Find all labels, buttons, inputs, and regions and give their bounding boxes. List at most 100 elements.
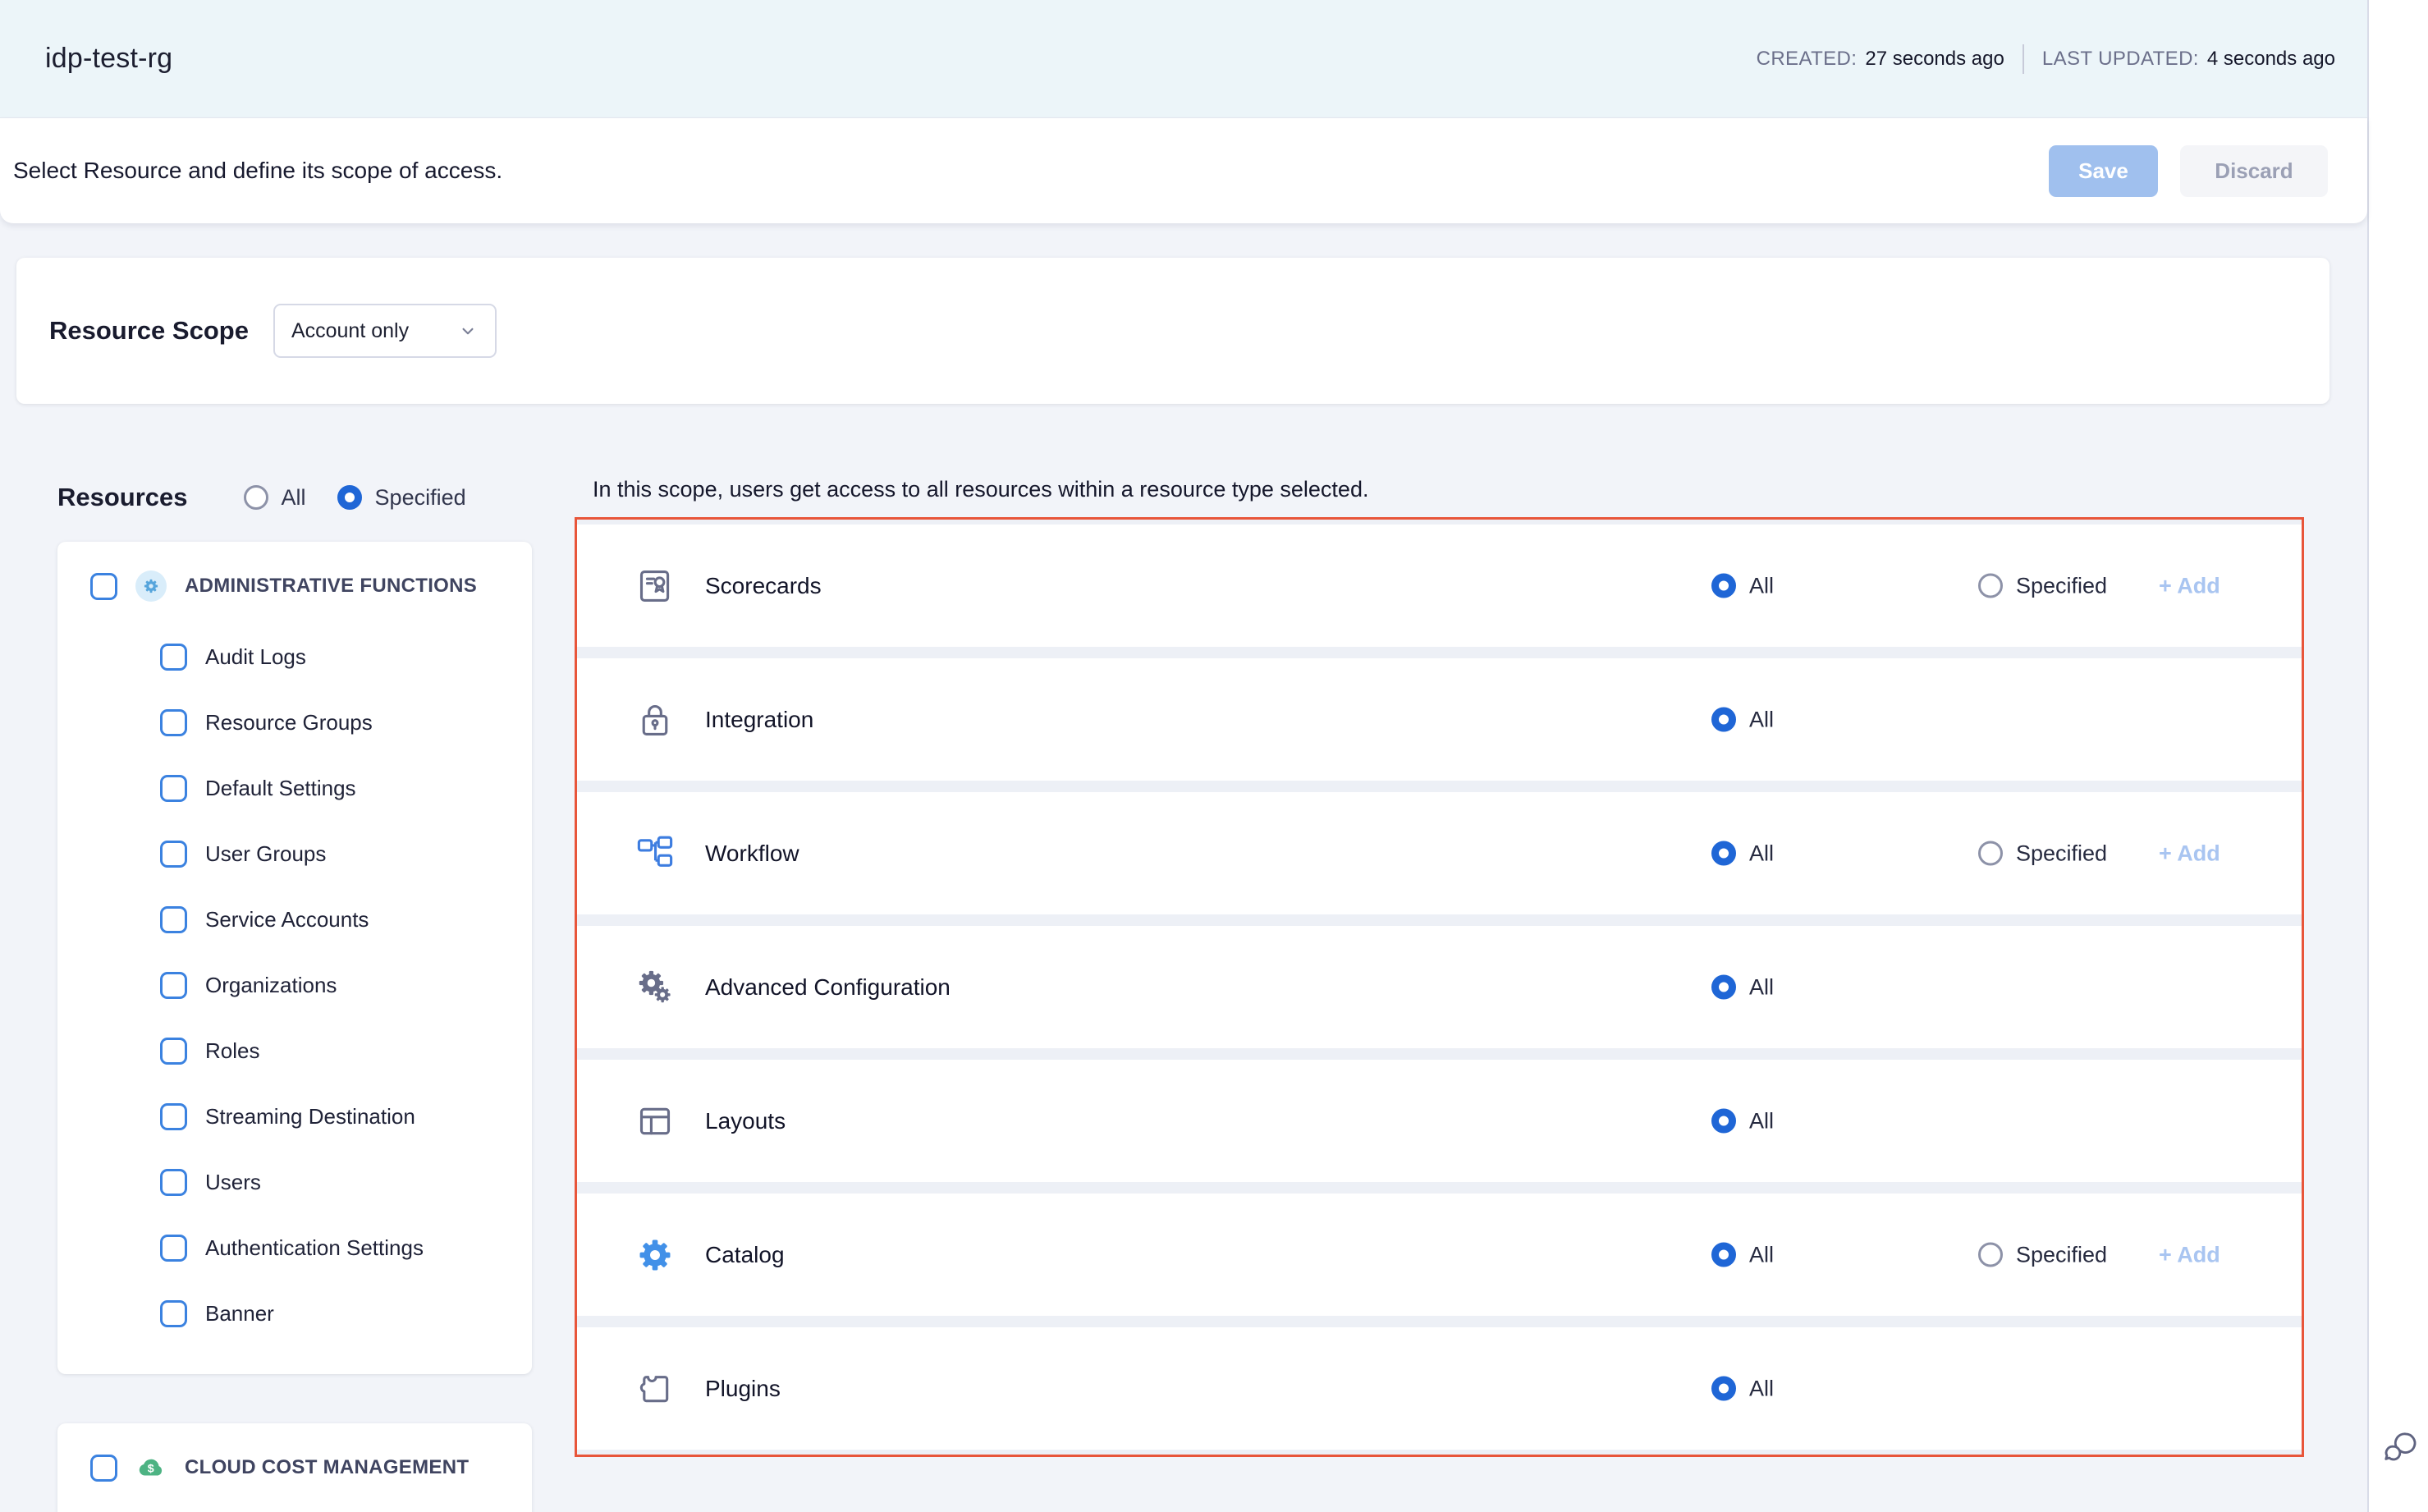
all-label: All [1749,841,1774,866]
group-checkbox[interactable] [90,573,117,600]
resource-type-row: IntegrationAll [577,658,2302,781]
resource-type-row: Catalog All Specified + Add [577,1194,2302,1316]
all-option[interactable]: All [1711,1376,1774,1401]
list-item: Organizations [160,952,515,1018]
resource-type-name: Workflow [705,841,799,867]
item-checkbox[interactable] [160,775,187,802]
all-option[interactable]: All [1711,707,1774,732]
workflow-icon [636,836,674,872]
lock-icon [636,702,674,738]
svg-text:$: $ [148,1462,154,1475]
resources-title: Resources [57,483,188,512]
specified-label: Specified [2016,573,2107,598]
list-item: Resource Groups [160,690,515,755]
all-option[interactable]: All [1711,974,1774,1000]
resource-group-card: ADMINISTRATIVE FUNCTIONS Audit Logs Resour… [57,542,532,1374]
resource-type-name: Scorecards [705,573,822,599]
list-item: Streaming Destination [160,1084,515,1149]
radio-selected-icon[interactable] [1711,1377,1736,1401]
radio-selected-icon[interactable] [337,485,362,510]
group-checkbox[interactable] [90,1455,117,1482]
item-checkbox[interactable] [160,972,187,999]
item-label: Banner [205,1301,274,1326]
all-label: All [1749,707,1774,732]
radio-selected-icon[interactable] [1711,574,1736,598]
resource-type-row: PluginsAll [577,1327,2302,1450]
scope-instruction: In this scope, users get access to all r… [593,476,2330,502]
list-item: Default Settings [160,755,515,821]
all-option[interactable]: All [1711,1108,1774,1134]
radio-selected-icon[interactable] [1711,1109,1736,1134]
item-checkbox[interactable] [160,841,187,868]
scope-main: In this scope, users get access to all r… [575,474,2330,1457]
all-label: All [1749,573,1774,598]
item-label: Default Settings [205,776,356,801]
radio-selected-icon[interactable] [1711,708,1736,732]
chat-widget-icon[interactable] [2382,1428,2420,1466]
resources-header: Resources All Specified [57,474,532,520]
radio-unselected-icon[interactable] [1978,1243,2003,1267]
list-item: Service Accounts [160,887,515,952]
resource-group-card: $CLOUD COST MANAGEMENT Recommendations [57,1423,532,1512]
resource-type-name: Catalog [705,1242,785,1268]
resource-scope-dropdown[interactable]: Account only [273,304,497,358]
list-item: Recommendations [160,1505,515,1512]
specified-option[interactable]: Specified [1978,573,2107,598]
specified-option[interactable]: Specified [1978,841,2107,866]
all-label: All [1749,1242,1774,1267]
add-button[interactable]: + Add [2159,573,2220,598]
layout-icon [636,1103,674,1139]
group-header: $CLOUD COST MANAGEMENT [90,1441,515,1494]
toolbar-actions: Save Discard [2049,145,2328,197]
item-label: Audit Logs [205,644,306,670]
last-updated-label: LAST UPDATED: [2042,48,2199,71]
resource-type-row: Advanced Configuration All [577,926,2302,1048]
item-checkbox[interactable] [160,1235,187,1262]
created-label: CREATED: [1757,48,1858,71]
radio-selected-icon[interactable] [1711,975,1736,1000]
all-option[interactable]: All [1711,573,1774,598]
item-checkbox[interactable] [160,709,187,736]
all-option[interactable]: All [1711,841,1774,866]
all-option[interactable]: All [1711,1242,1774,1267]
resources-sidebar: Resources All Specified ADMINISTRATIVE F… [57,474,532,1512]
page-header: idp-test-rg CREATED: 27 seconds ago LAST… [0,0,2367,117]
item-checkbox[interactable] [160,644,187,671]
specified-label: Specified [2016,841,2107,866]
list-item: User Groups [160,821,515,887]
resource-type-name: Advanced Configuration [705,974,951,1001]
item-label: Authentication Settings [205,1235,424,1261]
item-label: Service Accounts [205,907,369,932]
add-button[interactable]: + Add [2159,841,2220,866]
last-updated-value: 4 seconds ago [2207,48,2335,71]
group-header: ADMINISTRATIVE FUNCTIONS [90,560,515,612]
cloud-dollar-icon: $ [135,1452,167,1483]
item-checkbox[interactable] [160,1300,187,1327]
list-item: Roles [160,1018,515,1084]
resource-type-name: Layouts [705,1108,786,1134]
gears-icon [636,969,674,1006]
specified-option[interactable]: Specified [1978,1242,2107,1267]
radio-unselected-icon[interactable] [1978,574,2003,598]
item-checkbox[interactable] [160,1038,187,1065]
specified-label: Specified [2016,1242,2107,1267]
page-title: idp-test-rg [45,43,172,75]
resource-scope-value: Account only [291,319,409,343]
save-button[interactable]: Save [2049,145,2158,197]
discard-button[interactable]: Discard [2180,145,2328,197]
radio-unselected-icon[interactable] [1978,841,2003,866]
radio-unselected-icon[interactable] [244,485,268,510]
all-label: All [1749,1108,1774,1134]
radio-selected-icon[interactable] [1711,1243,1736,1267]
admin-gear-icon [135,570,167,602]
resources-all-option[interactable]: All [244,485,306,511]
list-item: Authentication Settings [160,1215,515,1281]
item-checkbox[interactable] [160,1103,187,1130]
item-checkbox[interactable] [160,906,187,933]
item-label: Organizations [205,973,337,998]
item-checkbox[interactable] [160,1169,187,1196]
catalog-gear-icon [636,1237,674,1273]
radio-selected-icon[interactable] [1711,841,1736,866]
resources-specified-option[interactable]: Specified [337,485,466,511]
add-button[interactable]: + Add [2159,1242,2220,1267]
